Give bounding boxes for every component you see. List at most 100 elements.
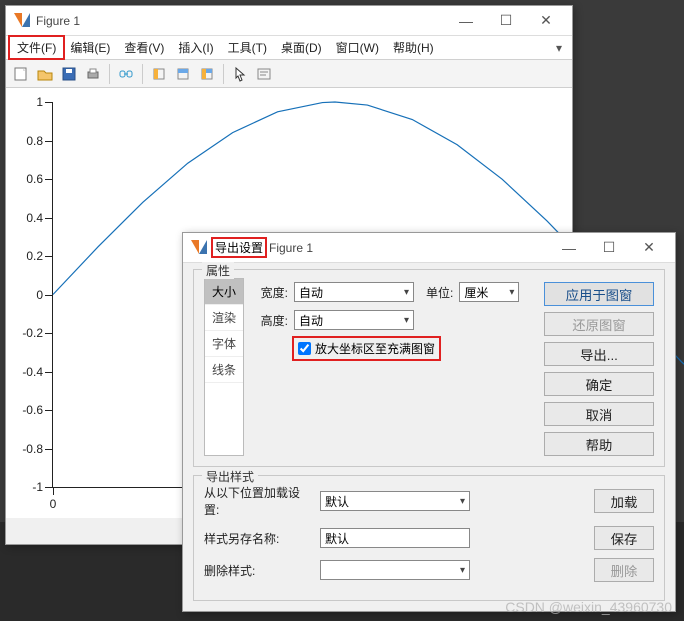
save-style-input[interactable]: 默认 xyxy=(320,528,470,548)
unit-combo[interactable]: 厘米 ▾ xyxy=(459,282,519,302)
property-tabs: 大小 渲染 字体 线条 xyxy=(204,278,244,456)
new-figure-icon[interactable] xyxy=(10,63,32,85)
y-tick xyxy=(45,449,53,450)
x-tick-label: 0 xyxy=(50,497,57,511)
width-combo[interactable]: 自动 ▾ xyxy=(294,282,414,302)
matlab-logo-icon xyxy=(191,240,207,256)
close-button[interactable]: ✕ xyxy=(526,7,566,35)
delete-style-label: 删除样式: xyxy=(204,562,314,579)
delete-button[interactable]: 删除 xyxy=(594,558,654,582)
y-tick-label: 0 xyxy=(36,288,43,302)
dialog-close-button[interactable]: ✕ xyxy=(629,234,669,262)
watermark: CSDN @weixin_43960730 xyxy=(505,599,672,615)
chevron-down-icon: ▾ xyxy=(404,315,409,326)
open-icon[interactable] xyxy=(34,63,56,85)
height-value: 自动 xyxy=(299,312,323,329)
y-tick xyxy=(45,410,53,411)
menu-view[interactable]: 查看(V) xyxy=(117,37,171,58)
export-setup-dialog: 导出设置 Figure 1 — ☐ ✕ 属性 大小 渲染 字体 线条 宽度: 自… xyxy=(182,232,676,612)
dialog-maximize-button[interactable]: ☐ xyxy=(589,234,629,262)
figure-title: Figure 1 xyxy=(36,14,446,28)
link-icon[interactable] xyxy=(115,63,137,85)
y-tick-label: 0.2 xyxy=(26,249,43,263)
y-tick xyxy=(45,256,53,257)
height-combo[interactable]: 自动 ▾ xyxy=(294,310,414,330)
save-style-value: 默认 xyxy=(325,530,349,547)
load-button[interactable]: 加载 xyxy=(594,489,654,513)
dialog-titlebar[interactable]: 导出设置 Figure 1 — ☐ ✕ xyxy=(183,233,675,263)
figure-menubar: 文件(F) 编辑(E) 查看(V) 插入(I) 工具(T) 桌面(D) 窗口(W… xyxy=(6,36,572,60)
chevron-down-icon: ▾ xyxy=(460,565,465,576)
height-label: 高度: xyxy=(254,312,288,329)
menu-desktop[interactable]: 桌面(D) xyxy=(274,37,329,58)
y-tick-label: -0.2 xyxy=(22,326,43,340)
expand-axes-checkbox[interactable] xyxy=(298,342,311,355)
insert-text-icon[interactable] xyxy=(253,63,275,85)
load-style-value: 默认 xyxy=(325,493,349,510)
export-button[interactable]: 导出... xyxy=(544,342,654,366)
y-tick xyxy=(45,218,53,219)
y-tick xyxy=(45,487,53,488)
y-tick-label: -0.8 xyxy=(22,442,43,456)
tab-line[interactable]: 线条 xyxy=(205,357,243,383)
ok-button[interactable]: 确定 xyxy=(544,372,654,396)
help-button[interactable]: 帮助 xyxy=(544,432,654,456)
chevron-down-icon: ▾ xyxy=(509,287,514,298)
y-tick xyxy=(45,333,53,334)
y-tick-label: -0.4 xyxy=(22,365,43,379)
dock-icon-1[interactable] xyxy=(148,63,170,85)
save-as-label: 样式另存名称: xyxy=(204,530,314,547)
delete-style-combo[interactable]: ▾ xyxy=(320,560,470,580)
export-style-legend: 导出样式 xyxy=(202,468,258,485)
load-style-combo[interactable]: 默认 ▾ xyxy=(320,491,470,511)
tab-size[interactable]: 大小 xyxy=(205,279,243,305)
chevron-down-icon: ▾ xyxy=(404,287,409,298)
menu-overflow-icon[interactable]: ▾ xyxy=(550,39,568,57)
y-tick-label: -1 xyxy=(32,480,43,494)
y-tick xyxy=(45,295,53,296)
expand-axes-label: 放大坐标区至充满图窗 xyxy=(315,340,435,357)
menu-tools[interactable]: 工具(T) xyxy=(221,37,274,58)
figure-toolbar xyxy=(6,60,572,88)
tab-font[interactable]: 字体 xyxy=(205,331,243,357)
properties-legend: 属性 xyxy=(202,262,234,279)
save-icon[interactable] xyxy=(58,63,80,85)
menu-window[interactable]: 窗口(W) xyxy=(329,37,386,58)
figure-titlebar[interactable]: Figure 1 — ☐ ✕ xyxy=(6,6,572,36)
save-button[interactable]: 保存 xyxy=(594,526,654,550)
export-style-group: 导出样式 从以下位置加载设置: 默认 ▾ 加载 样式另存名称: 默认 保存 删除… xyxy=(193,475,665,601)
matlab-logo-icon xyxy=(14,13,30,29)
dock-icon-3[interactable] xyxy=(196,63,218,85)
print-icon[interactable] xyxy=(82,63,104,85)
properties-group: 属性 大小 渲染 字体 线条 宽度: 自动 ▾ 单位: 厘米 ▾ xyxy=(193,269,665,467)
menu-help[interactable]: 帮助(H) xyxy=(386,37,441,58)
width-value: 自动 xyxy=(299,284,323,301)
menu-edit[interactable]: 编辑(E) xyxy=(63,37,117,58)
y-tick-label: 0.4 xyxy=(26,211,43,225)
menu-file[interactable]: 文件(F) xyxy=(10,37,63,58)
minimize-button[interactable]: — xyxy=(446,7,486,35)
dialog-minimize-button[interactable]: — xyxy=(549,234,589,262)
cancel-button[interactable]: 取消 xyxy=(544,402,654,426)
unit-label: 单位: xyxy=(426,284,453,301)
expand-axes-checkbox-row[interactable]: 放大坐标区至充满图窗 xyxy=(294,338,439,359)
tab-render[interactable]: 渲染 xyxy=(205,305,243,331)
y-tick-label: -0.6 xyxy=(22,403,43,417)
y-tick-label: 1 xyxy=(36,95,43,109)
x-tick xyxy=(53,487,54,495)
load-from-label: 从以下位置加载设置: xyxy=(204,484,314,518)
apply-to-figure-button[interactable]: 应用于图窗 xyxy=(544,282,654,306)
y-tick xyxy=(45,102,53,103)
y-tick-label: 0.8 xyxy=(26,134,43,148)
y-tick-label: 0.6 xyxy=(26,172,43,186)
dialog-title-prefix: 导出设置 xyxy=(213,239,265,256)
chevron-down-icon: ▾ xyxy=(460,496,465,507)
y-tick xyxy=(45,372,53,373)
restore-figure-button[interactable]: 还原图窗 xyxy=(544,312,654,336)
y-tick xyxy=(45,179,53,180)
pointer-icon[interactable] xyxy=(229,63,251,85)
unit-value: 厘米 xyxy=(464,284,488,301)
menu-insert[interactable]: 插入(I) xyxy=(171,37,220,58)
dock-icon-2[interactable] xyxy=(172,63,194,85)
maximize-button[interactable]: ☐ xyxy=(486,7,526,35)
